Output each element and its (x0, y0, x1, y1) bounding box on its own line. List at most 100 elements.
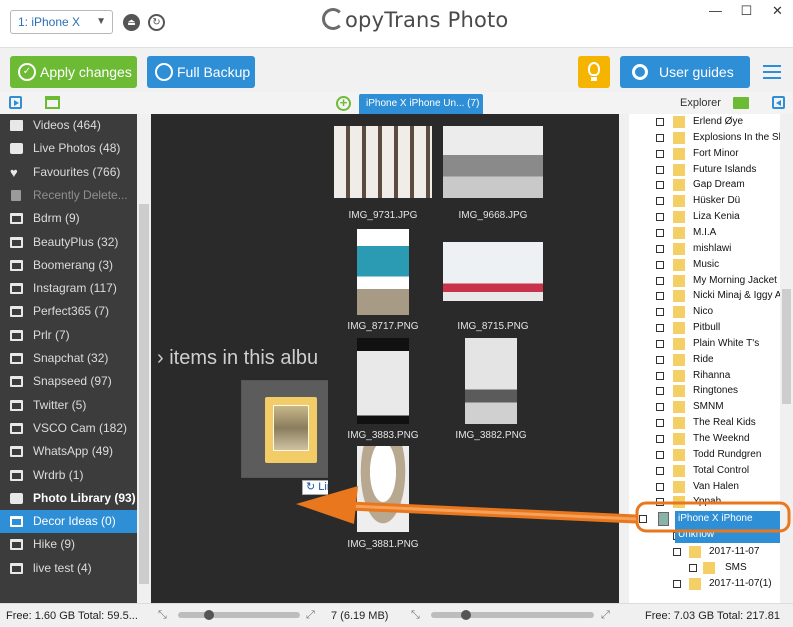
tree-subfolder-item[interactable]: 2017-11-07 (629, 544, 780, 560)
zoom-out-icon[interactable]: ⤡ (158, 609, 170, 621)
tree-subfolder-item[interactable]: 2017-11-07(1) (629, 576, 780, 592)
tree-folder-item[interactable]: Pitbull (629, 320, 780, 336)
expand-box-icon[interactable] (656, 498, 664, 507)
tree-folder-item[interactable]: Ride (629, 352, 780, 368)
expand-box-icon[interactable] (673, 580, 681, 588)
album-item[interactable]: Perfect365 (7) (0, 300, 137, 323)
album-item[interactable]: Snapchat (32) (0, 347, 137, 370)
tree-folder-item[interactable]: Ringtones (629, 383, 780, 399)
tree-folder-item[interactable]: The Weeknd (629, 431, 780, 447)
new-album-icon[interactable] (45, 96, 60, 109)
expand-box-icon[interactable] (656, 308, 664, 317)
tree-subfolder-item[interactable]: SMS (629, 560, 780, 576)
tree-folder-item[interactable]: Erlend Øye (629, 114, 780, 130)
album-item[interactable]: Decor Ideas (0) (0, 510, 137, 534)
tree-folder-item[interactable]: Total Control (629, 463, 780, 479)
tree-folder-item[interactable]: Hüsker Dü (629, 193, 780, 209)
album-item[interactable]: Wrdrb (1) (0, 464, 137, 487)
expand-box-icon[interactable] (656, 181, 664, 190)
eject-icon[interactable]: ⏏ (123, 14, 140, 31)
album-item[interactable]: Hike (9) (0, 533, 137, 556)
refresh-icon[interactable]: ↻ (148, 14, 165, 31)
expand-box-icon[interactable] (656, 260, 664, 269)
scrollbar-thumb[interactable] (782, 289, 791, 404)
expand-box-icon[interactable] (656, 419, 664, 428)
album-item[interactable]: Recently Delete... (0, 184, 137, 207)
photo-item[interactable]: IMG_9731.JPG (334, 126, 432, 226)
close-button[interactable]: ✕ (762, 0, 793, 23)
album-item[interactable]: Bdrm (9) (0, 207, 137, 230)
tree-folder-item[interactable]: Gap Dream (629, 177, 780, 193)
album-content-panel[interactable]: › items in this albu (151, 114, 328, 603)
tree-folder-item[interactable]: Liza Kenia (629, 209, 780, 225)
expand-box-icon[interactable] (656, 324, 664, 333)
expand-box-icon[interactable] (656, 197, 664, 206)
left-zoom-slider[interactable] (178, 610, 300, 620)
expand-box-icon[interactable] (656, 339, 664, 348)
tree-folder-item[interactable]: Explosions In the Sk (629, 130, 780, 146)
expand-box-icon[interactable] (656, 213, 664, 222)
maximize-button[interactable]: ☐ (731, 0, 762, 23)
tree-folder-item[interactable]: Rihanna (629, 368, 780, 384)
expand-box-icon[interactable] (656, 244, 664, 253)
slider-knob[interactable] (461, 610, 471, 620)
album-item[interactable]: BeautyPlus (32) (0, 231, 137, 254)
expand-box-icon[interactable] (689, 564, 697, 572)
photo-grid-scrollbar[interactable] (619, 114, 629, 603)
expand-box-icon[interactable] (656, 387, 664, 396)
album-item[interactable]: live test (4) (0, 557, 137, 580)
album-item[interactable]: VSCO Cam (182) (0, 417, 137, 440)
expand-box-icon[interactable] (656, 149, 664, 158)
expand-box-icon[interactable] (656, 228, 664, 237)
expand-box-icon[interactable] (656, 466, 664, 475)
middle-zoom-slider[interactable] (431, 610, 594, 620)
album-item[interactable]: WhatsApp (49) (0, 440, 137, 463)
zoom-out-icon[interactable]: ⤡ (411, 609, 423, 621)
folder-icon[interactable] (733, 97, 749, 109)
expand-box-icon[interactable] (656, 165, 664, 174)
album-item[interactable]: Boomerang (3) (0, 254, 137, 277)
collapse-left-icon[interactable] (9, 96, 22, 109)
full-backup-button[interactable]: Full Backup (147, 56, 255, 88)
photo-item[interactable]: IMG_3882.PNG (455, 338, 527, 442)
album-tab[interactable]: iPhone X iPhone Un... (7) (359, 94, 483, 114)
tree-folder-item[interactable]: Plain White T's (629, 336, 780, 352)
user-guides-button[interactable]: User guides (620, 56, 750, 88)
expand-box-icon[interactable] (656, 403, 664, 412)
album-item[interactable]: Prlr (7) (0, 324, 137, 347)
album-item[interactable]: ♥ Favourites (766) (0, 161, 137, 184)
tree-folder-item[interactable]: The Real Kids (629, 415, 780, 431)
tree-folder-item[interactable]: SMNM (629, 399, 780, 415)
expand-box-icon[interactable] (656, 450, 664, 459)
tree-folder-item[interactable]: mishlawi (629, 241, 780, 257)
collapse-right-icon[interactable] (772, 96, 785, 109)
photo-item[interactable]: IMG_3881.PNG (347, 446, 419, 552)
expand-box-icon[interactable] (673, 548, 681, 556)
apply-changes-button[interactable]: ✓ Apply changes (10, 56, 137, 88)
device-select[interactable]: 1: iPhone X ▼ (10, 10, 113, 34)
tree-folder-item[interactable]: M.I.A (629, 225, 780, 241)
expand-box-icon[interactable] (639, 515, 647, 523)
tree-folder-item[interactable]: Van Halen (629, 479, 780, 495)
zoom-in-icon[interactable]: ⤢ (601, 609, 613, 621)
album-item[interactable]: Videos (464) (0, 114, 137, 137)
zoom-in-icon[interactable]: ⤢ (306, 609, 318, 621)
photo-item[interactable]: IMG_8715.PNG (443, 242, 543, 333)
tree-folder-item[interactable]: Nicki Minaj & Iggy A (629, 288, 780, 304)
album-item[interactable]: Instagram (117) (0, 277, 137, 300)
scrollbar-thumb[interactable] (139, 204, 149, 584)
photo-item[interactable]: IMG_3883.PNG (347, 338, 419, 442)
tree-folder-item[interactable]: Fort Minor (629, 146, 780, 162)
tree-folder-item[interactable]: Music (629, 257, 780, 273)
album-item[interactable]: Snapseed (97) (0, 370, 137, 393)
expand-box-icon[interactable] (656, 276, 664, 285)
hamburger-menu-icon[interactable] (763, 65, 781, 79)
expand-box-icon[interactable] (656, 292, 664, 301)
photo-item[interactable]: IMG_9668.JPG (443, 126, 543, 226)
sidebar-scrollbar[interactable] (137, 114, 151, 603)
expand-box-icon[interactable] (656, 435, 664, 443)
tree-folder-item[interactable]: My Morning Jacket (629, 273, 780, 289)
tree-folder-item[interactable]: Todd Rundgren (629, 447, 780, 463)
expand-box-icon[interactable] (656, 133, 664, 142)
expand-box-icon[interactable] (656, 355, 664, 364)
